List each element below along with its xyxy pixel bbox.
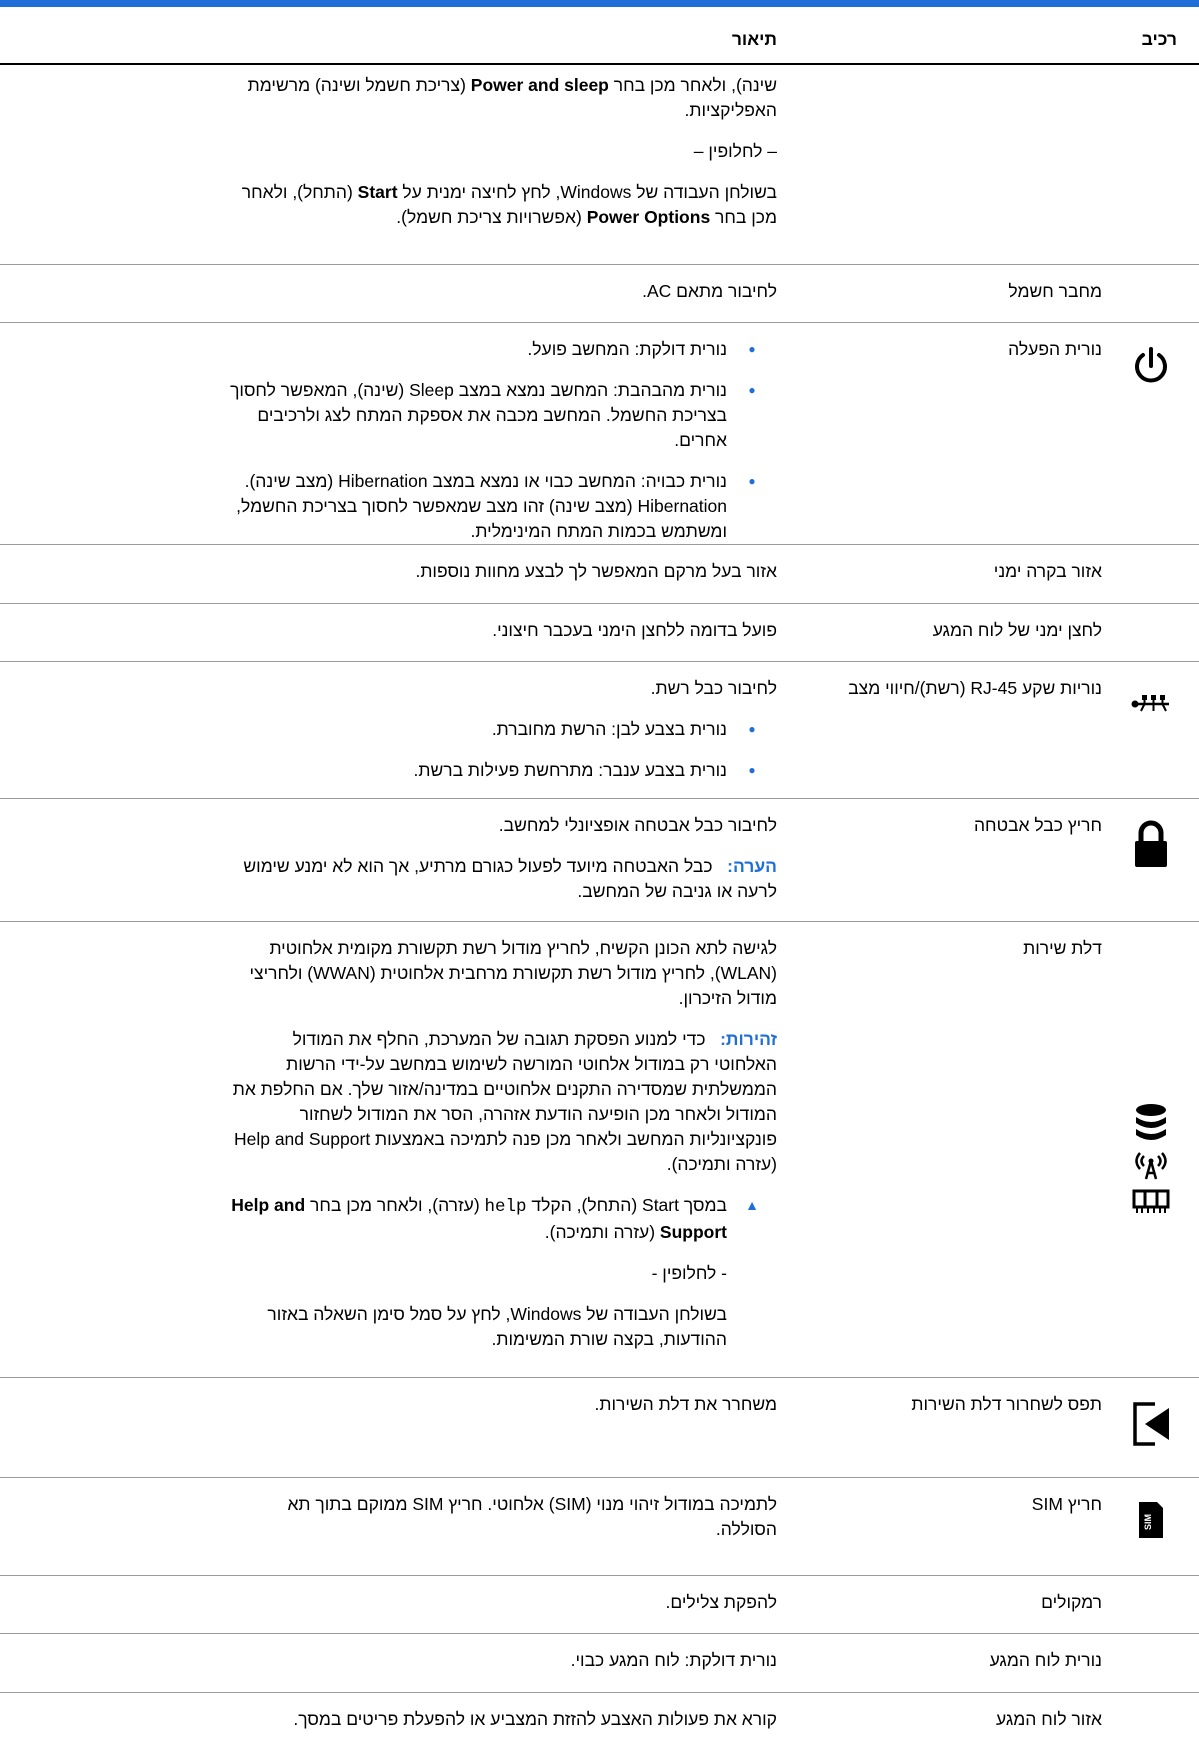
component-description: לחיבור כבל אבטחה אופציונלי למחשב. הערה: … — [227, 799, 777, 921]
component-name: מחבר חשמל — [1008, 281, 1102, 301]
bullet-icon: ● — [748, 474, 756, 488]
table-row: מחבר חשמל לחיבור מתאם AC. — [0, 265, 1199, 323]
paragraph: לחיבור כבל אבטחה אופציונלי למחשב. — [498, 815, 777, 835]
component-name — [777, 65, 1102, 264]
separator-text: – לחלופין – — [693, 141, 777, 161]
component-description: להפקת צלילים. — [665, 1592, 777, 1612]
list-item: ▲ במסך Start (התחל), הקלד help (עזרה), ול… — [227, 1193, 777, 1245]
component-description: לחיבור מתאם AC. — [642, 281, 777, 301]
icon-cell — [1102, 1378, 1199, 1477]
component-name: נורית לוח המגע — [989, 1650, 1102, 1670]
component-name: לחצן ימני של לוח המגע — [932, 620, 1102, 640]
component-name: דלת שירות — [1023, 938, 1102, 958]
component-name: נוריות שקע RJ-45 (רשת)/חיווי מצב — [848, 678, 1102, 698]
bullet-icon: ● — [748, 763, 756, 777]
power-icon — [1133, 347, 1169, 544]
paragraph: בשולחן העבודה של Windows, לחץ לחיצה ימני… — [241, 182, 777, 227]
paragraph: בשולחן העבודה של Windows, לחץ על סמל סימ… — [267, 1304, 727, 1349]
caution-label: זהירות: — [720, 1029, 777, 1049]
list-item: ● נורית כבויה: המחשב כבוי או נמצא במצב Hi… — [227, 469, 777, 544]
separator-text: - לחלופין - — [651, 1263, 727, 1283]
network-jack-icon — [1131, 692, 1171, 798]
component-name: רמקולים — [1041, 1592, 1102, 1612]
table-row: אזור בקרה ימני אזור בעל מרקם המאפשר לך ל… — [0, 545, 1199, 604]
paragraph: לחיבור כבל רשת. — [650, 678, 777, 698]
component-name: אזור לוח המגע — [996, 1709, 1102, 1729]
component-description: אזור בעל מרקם המאפשר לך לבצע מחוות נוספו… — [415, 561, 777, 581]
table-row: נורית הפעלה ● נורית דולקת: המחשב פועל. ● נ… — [0, 323, 1199, 545]
table-row: תפס לשחרור דלת השירות משחרר את דלת השירו… — [0, 1378, 1199, 1478]
component-description: לחיבור כבל רשת. ● נורית בצבע לבן: הרשת מח… — [227, 662, 777, 798]
list-item: ● נורית מהבהבת: המחשב נמצא במצב Sleep (שי… — [227, 378, 777, 453]
table-row: אזור לוח המגע קורא את פעולות האצבע להזזת… — [0, 1693, 1199, 1751]
release-latch-icon — [1131, 1400, 1171, 1477]
document-page: רכיב תיאור שינה), ולאחר מכן בחר Power an… — [0, 0, 1199, 1752]
table-row: חריץ כבל אבטחה לחיבור כבל אבטחה אופציונל… — [0, 799, 1199, 922]
icon-cell — [1102, 799, 1199, 921]
table-header: רכיב תיאור — [0, 7, 1199, 65]
table-row: שינה), ולאחר מכן בחר Power and sleep (צר… — [0, 65, 1199, 265]
component-description: שינה), ולאחר מכן בחר Power and sleep (צר… — [227, 65, 777, 264]
wireless-antenna-icon — [1131, 1149, 1171, 1181]
bullet-icon: ● — [748, 722, 756, 736]
component-description: לגישה לתא הכונן הקשיח, לחריץ מודול רשת ת… — [227, 922, 777, 1377]
component-name: חריץ SIM — [1031, 1494, 1102, 1514]
table-row: SIM חריץ SIM לתמיכה במודול זיהוי מנוי (S… — [0, 1478, 1199, 1576]
component-name: תפס לשחרור דלת השירות — [911, 1394, 1102, 1414]
top-accent-bar — [0, 0, 1199, 7]
bullet-icon: ● — [748, 383, 756, 397]
component-name: נורית הפעלה — [1008, 339, 1102, 359]
list-item: ● נורית דולקת: המחשב פועל. — [227, 337, 777, 362]
sim-card-icon: SIM — [1137, 1500, 1165, 1575]
lock-icon — [1133, 819, 1169, 921]
icon-cell — [1102, 604, 1199, 661]
table-row: דלת שירות לגישה לתא הכונן הקשיח, לחריץ מ… — [0, 922, 1199, 1378]
list-item: ● נורית בצבע ענבר: מתרחשת פעילות ברשת. — [227, 758, 777, 783]
triangle-bullet-icon: ▲ — [745, 1197, 759, 1213]
table-row: נוריות שקע RJ-45 (רשת)/חיווי מצב לחיבור … — [0, 662, 1199, 799]
icon-cell — [1102, 1576, 1199, 1633]
components-table: רכיב תיאור שינה), ולאחר מכן בחר Power an… — [0, 7, 1199, 1751]
hard-drive-icon — [1134, 1103, 1168, 1143]
component-description: משחרר את דלת השירות. — [594, 1394, 777, 1414]
icon-cell: SIM — [1102, 1478, 1199, 1575]
icon-cell — [1102, 1634, 1199, 1692]
icon-cell — [1102, 922, 1199, 1377]
header-description: תיאור — [731, 29, 777, 49]
svg-text:SIM: SIM — [1143, 1514, 1153, 1530]
component-description: לתמיכה במודול זיהוי מנוי (SIM) אלחוטי. ח… — [287, 1494, 777, 1539]
icon-cell — [1102, 1693, 1199, 1751]
note-label: הערה: — [727, 856, 777, 876]
paragraph: שינה), ולאחר מכן בחר Power and sleep (צר… — [247, 75, 777, 120]
icon-cell — [1102, 545, 1199, 603]
component-name: חריץ כבל אבטחה — [973, 815, 1102, 835]
table-row: לחצן ימני של לוח המגע פועל בדומה ללחצן ה… — [0, 604, 1199, 662]
component-description: נורית דולקת: לוח המגע כבוי. — [570, 1650, 777, 1670]
paragraph: לגישה לתא הכונן הקשיח, לחריץ מודול רשת ת… — [249, 938, 777, 1008]
note: הערה: כבל האבטחה מיועד לפעול כגורם מרתיע… — [243, 856, 777, 901]
icon-cell — [1102, 323, 1199, 544]
icon-cell — [1102, 265, 1199, 322]
icon-cell — [1102, 65, 1199, 264]
header-component: רכיב — [1141, 29, 1177, 49]
list-item: ● נורית בצבע לבן: הרשת מחוברת. — [227, 717, 777, 742]
component-name: אזור בקרה ימני — [993, 561, 1102, 581]
memory-module-icon — [1132, 1189, 1170, 1215]
component-description: ● נורית דולקת: המחשב פועל. ● נורית מהבהבת:… — [227, 323, 777, 544]
icon-cell — [1102, 662, 1199, 798]
table-row: נורית לוח המגע נורית דולקת: לוח המגע כבו… — [0, 1634, 1199, 1693]
caution: זהירות: כדי למנוע הפסקת תגובה של המערכת,… — [232, 1029, 777, 1174]
bullet-icon: ● — [748, 342, 756, 356]
component-description: פועל בדומה ללחצן הימני בעכבר חיצוני. — [492, 620, 777, 640]
table-row: רמקולים להפקת צלילים. — [0, 1576, 1199, 1634]
component-description: קורא את פעולות האצבע להזזת המצביע או להפ… — [293, 1709, 777, 1729]
